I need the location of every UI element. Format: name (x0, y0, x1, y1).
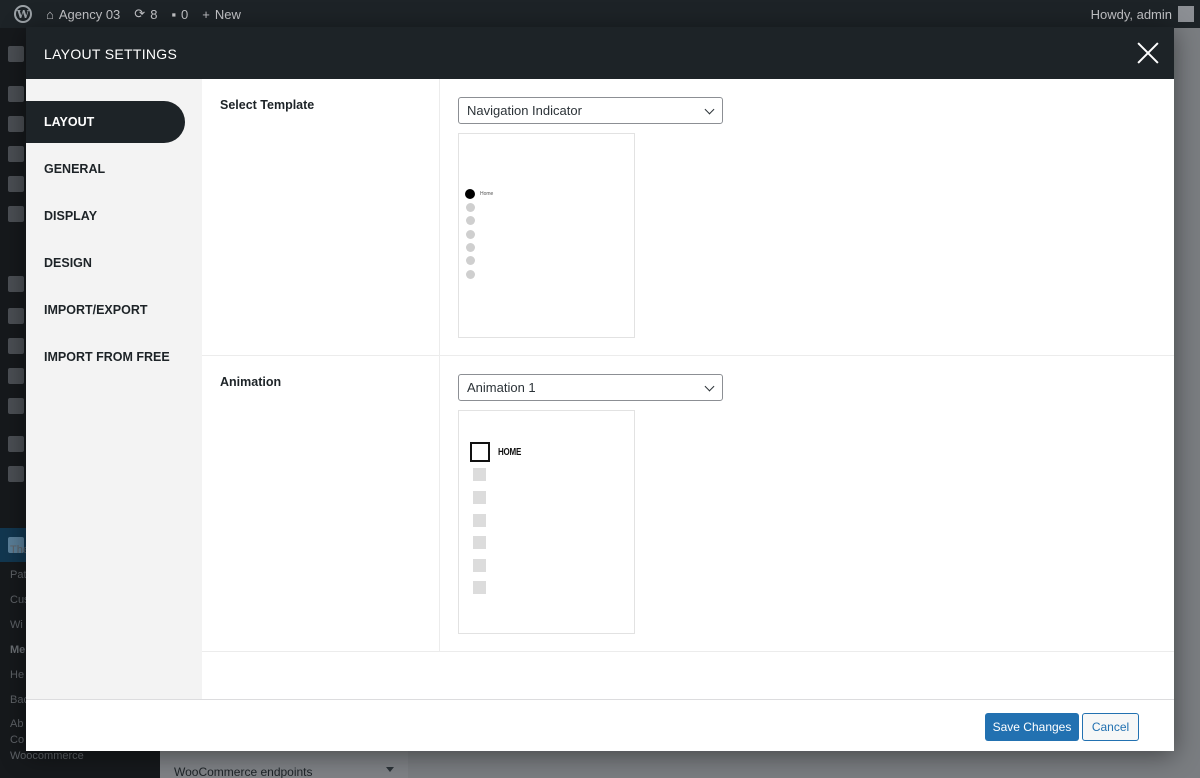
template-row: Select Template Navigation Indicator Hom… (202, 79, 1174, 356)
template-label: Select Template (220, 98, 315, 112)
chevron-down-icon (704, 104, 715, 115)
tab-label: GENERAL (44, 162, 106, 176)
updates-count: 8 (150, 6, 158, 22)
animation-row: Animation Animation 1 HOME (202, 356, 1174, 652)
tab-general[interactable]: GENERAL (26, 148, 185, 190)
animation-select-value: Animation 1 (467, 380, 536, 395)
submenu-item: Pat (10, 569, 27, 581)
nav-indicator-dot (466, 216, 475, 225)
animation-select[interactable]: Animation 1 (458, 374, 723, 401)
plus-icon: + (202, 6, 210, 22)
nav-indicator-dot (466, 256, 475, 265)
admin-bar: W ⌂ Agency 03 ⟳ 8 ▪ 0 + New Howdy, admin (0, 0, 1200, 28)
animation-preview: HOME (458, 410, 635, 634)
greeting: Howdy, admin (1090, 6, 1172, 22)
account-item[interactable]: Howdy, admin (1091, 6, 1194, 22)
animation-square (473, 581, 486, 594)
caret-down-icon (386, 767, 394, 772)
tab-label: LAYOUT (44, 115, 95, 129)
animation-square (473, 468, 486, 481)
new-label: New (214, 6, 241, 22)
tab-import-export[interactable]: IMPORT/EXPORT (26, 289, 185, 331)
save-changes-button[interactable]: Save Changes (985, 713, 1079, 741)
submenu-item: Woocommerce (10, 750, 84, 762)
label-column: Animation (202, 356, 440, 651)
submenu-item: Ab (10, 718, 24, 730)
settings-content: Select Template Navigation Indicator Hom… (202, 79, 1174, 699)
animation-square (473, 491, 486, 504)
tab-import-from-free[interactable]: IMPORT FROM FREE (26, 336, 185, 378)
layout-settings-modal: LAYOUT SETTINGS LAYOUT GENERAL DISPLAY D… (26, 27, 1174, 751)
animation-square (473, 559, 486, 572)
modal-header: LAYOUT SETTINGS (26, 27, 1174, 79)
pin-icon (8, 86, 24, 102)
updates-item[interactable]: ⟳ 8 (134, 6, 157, 22)
template-select[interactable]: Navigation Indicator (458, 97, 723, 124)
home-icon: ⌂ (46, 6, 54, 22)
submenu-item: Me (10, 644, 26, 656)
site-name: Agency 03 (58, 6, 121, 22)
comments-icon (8, 176, 24, 192)
new-content-item[interactable]: + New (202, 7, 241, 22)
animation-square (473, 514, 486, 527)
settings-tabs: LAYOUT GENERAL DISPLAY DESIGN IMPORT/EXP… (26, 79, 202, 699)
chevron-down-icon (704, 381, 715, 392)
products-icon (8, 308, 24, 324)
payments-icon (8, 338, 24, 354)
close-icon[interactable] (1136, 41, 1160, 65)
background-panel: WooCommerce endpoints (160, 748, 408, 778)
store-icon (8, 206, 24, 222)
tab-design[interactable]: DESIGN (26, 242, 185, 284)
background-panel-title: WooCommerce endpoints (174, 765, 313, 778)
template-select-value: Navigation Indicator (467, 103, 582, 118)
nav-indicator-dot (466, 230, 475, 239)
template-preview: Home (458, 133, 635, 338)
animation-square (473, 536, 486, 549)
nav-indicator-label: Home (480, 191, 494, 197)
cancel-button[interactable]: Cancel (1082, 713, 1139, 741)
animation-label-home: HOME (498, 447, 522, 458)
tab-layout[interactable]: LAYOUT (26, 101, 185, 143)
nav-indicator-dot (466, 270, 475, 279)
comments-item[interactable]: ▪ 0 (171, 7, 188, 22)
tab-display[interactable]: DISPLAY (26, 195, 185, 237)
submenu-item: Co (10, 734, 25, 746)
media-icon (8, 116, 24, 132)
tab-label: IMPORT/EXPORT (44, 303, 148, 317)
pages-icon (8, 146, 24, 162)
nav-indicator-dot-active (465, 189, 475, 199)
wordpress-icon: W (14, 5, 32, 23)
wp-logo-item[interactable]: W (14, 5, 32, 23)
nav-indicator-dot (466, 203, 475, 212)
comments-count: 0 (181, 6, 189, 22)
submenu-item: He (10, 669, 25, 681)
refresh-icon: ⟳ (134, 6, 146, 21)
tab-label: DESIGN (44, 256, 92, 270)
modal-title: LAYOUT SETTINGS (44, 46, 178, 62)
label-column: Select Template (202, 79, 440, 355)
animation-label: Animation (220, 375, 282, 389)
modal-footer: Save Changes Cancel (26, 699, 1174, 751)
templates-icon (8, 466, 24, 482)
submenu-item: Wi (10, 619, 23, 631)
dashboard-icon (8, 46, 24, 62)
marketing-icon (8, 398, 24, 414)
tab-label: IMPORT FROM FREE (44, 350, 170, 364)
avatar (1178, 6, 1194, 22)
animation-square-active (470, 442, 490, 462)
tab-label: DISPLAY (44, 209, 98, 223)
comment-icon: ▪ (171, 6, 177, 22)
nav-indicator-dot (466, 243, 475, 252)
woo-icon (8, 276, 24, 292)
elementor-icon (8, 436, 24, 452)
analytics-icon (8, 368, 24, 384)
site-name-item[interactable]: ⌂ Agency 03 (46, 7, 120, 22)
